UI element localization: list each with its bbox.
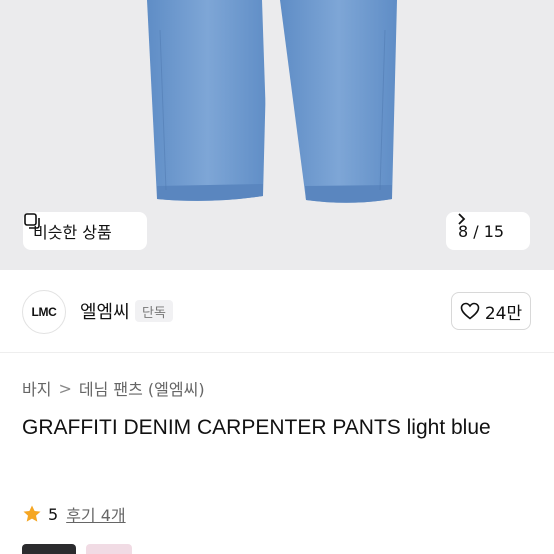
stacked-squares-icon [24,213,40,229]
image-counter-button[interactable]: 8 / 15 [446,212,530,250]
shop-logo[interactable]: LMC [22,290,66,334]
product-title: GRAFFITI DENIM CARPENTER PANTS light blu… [22,416,491,439]
product-image[interactable]: 비슷한 상품 8 / 15 [0,0,554,270]
similar-products-button[interactable]: 비슷한 상품 [23,212,147,250]
exclusive-badge: 단독 [135,300,173,322]
heart-outline-icon [460,302,480,320]
rating-score: 5 [48,504,59,524]
breadcrumb: 바지 > 데님 팬츠 (엘엠씨) [22,376,205,400]
chevron-right-icon [458,213,466,225]
thumbnail-item[interactable] [86,544,132,554]
breadcrumb-separator: > [58,378,72,398]
like-button[interactable]: 24만 [451,292,531,330]
reviews-link[interactable]: 후기 4개 [66,502,125,526]
rating-row: 5 후기 4개 [22,502,126,526]
shop-name[interactable]: 엘엠씨 [80,298,130,324]
star-icon [23,505,41,522]
like-count: 24만 [484,303,523,324]
thumbnail-item[interactable] [22,544,76,554]
divider [0,352,554,353]
similar-products-label: 비슷한 상품 [33,223,112,242]
related-thumbnails [22,544,132,554]
breadcrumb-item-pants[interactable]: 바지 [22,376,51,400]
breadcrumb-item-denim[interactable]: 데님 팬츠 (엘엠씨) [79,376,205,400]
